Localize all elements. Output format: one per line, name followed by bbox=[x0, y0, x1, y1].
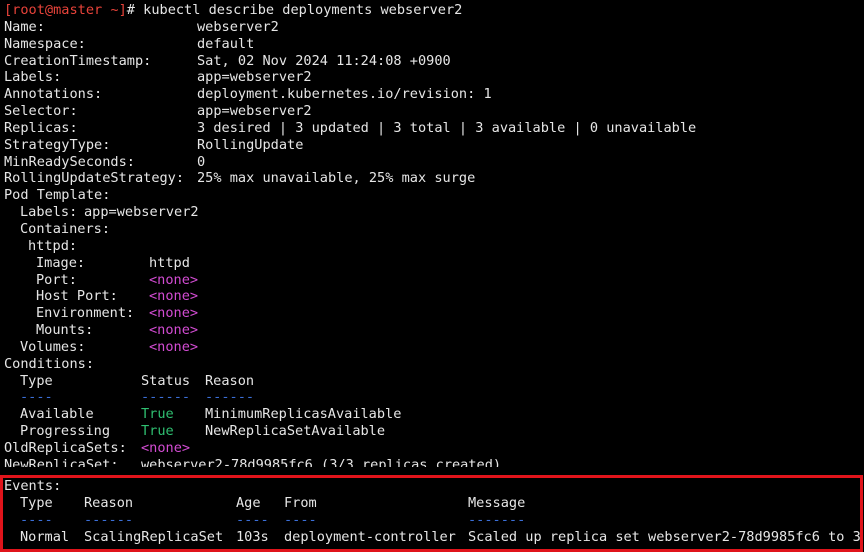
pod-template-header: Pod Template: bbox=[4, 187, 111, 204]
events-header: Events: bbox=[4, 478, 62, 494]
field-selector: Selector: app=webserver2 bbox=[4, 103, 312, 120]
conditions-column-dashes: ---- ------ ------ bbox=[20, 389, 255, 406]
events-column-dashes: ---- ------ ---- ---- ------- bbox=[20, 511, 526, 528]
events-highlight-box: Events: Type Reason Age From Message ---- ---… bbox=[0, 475, 863, 552]
field-namespace: Namespace: default bbox=[4, 35, 255, 52]
event-row: Normal ScalingReplicaSet 103s deployment-co… bbox=[20, 528, 860, 545]
pod-template-containers: Containers: bbox=[20, 220, 111, 237]
prompt-symbol: # bbox=[126, 2, 135, 18]
events-column-headers: Type Reason Age From Message bbox=[20, 494, 526, 511]
new-replica-set: NewReplicaSet: webserver2-78d9985fc6 (3/3… bbox=[4, 456, 502, 467]
container-mounts: Mounts: <none> bbox=[36, 322, 199, 339]
condition-row: Progressing True NewReplicaSetAvailable bbox=[20, 423, 386, 440]
field-strategy-type: StrategyType: RollingUpdate bbox=[4, 136, 304, 153]
condition-row: Available True MinimumReplicasAvailable bbox=[20, 406, 402, 423]
container-environment: Environment: <none> bbox=[36, 305, 199, 322]
container-image: Image: httpd bbox=[36, 254, 190, 271]
pod-template-volumes: Volumes: <none> bbox=[20, 338, 199, 355]
field-creation-timestamp: CreationTimestamp: Sat, 02 Nov 2024 11:24… bbox=[4, 52, 451, 69]
field-name: Name: webserver2 bbox=[4, 18, 279, 35]
pod-template-labels: Labels: app=webserver2 bbox=[20, 204, 199, 221]
terminal-window[interactable]: [root@master ~]# kubectl describe deploy… bbox=[0, 0, 864, 552]
field-labels: Labels: app=webserver2 bbox=[4, 69, 312, 86]
field-min-ready-seconds: MinReadySeconds: 0 bbox=[4, 153, 206, 170]
field-replicas: Replicas: 3 desired | 3 updated | 3 total… bbox=[4, 119, 697, 136]
command-text: kubectl describe deployments webserver2 bbox=[143, 2, 463, 18]
field-annotations: Annotations: deployment.kubernetes.io/rev… bbox=[4, 86, 492, 103]
prompt-line: [root@master ~]# kubectl describe deploy… bbox=[4, 2, 864, 19]
container-port: Port: <none> bbox=[36, 271, 199, 288]
prompt-user-host: [root@master ~] bbox=[4, 2, 127, 18]
conditions-header: Conditions: bbox=[4, 355, 95, 372]
container-host-port: Host Port: <none> bbox=[36, 288, 199, 305]
field-rolling-update-strategy: RollingUpdateStrategy: 25% max unavailabl… bbox=[4, 170, 476, 187]
conditions-column-headers: Type Status Reason bbox=[20, 372, 255, 389]
container-httpd: httpd: bbox=[28, 237, 78, 254]
old-replica-sets: OldReplicaSets: <none> bbox=[4, 439, 191, 456]
